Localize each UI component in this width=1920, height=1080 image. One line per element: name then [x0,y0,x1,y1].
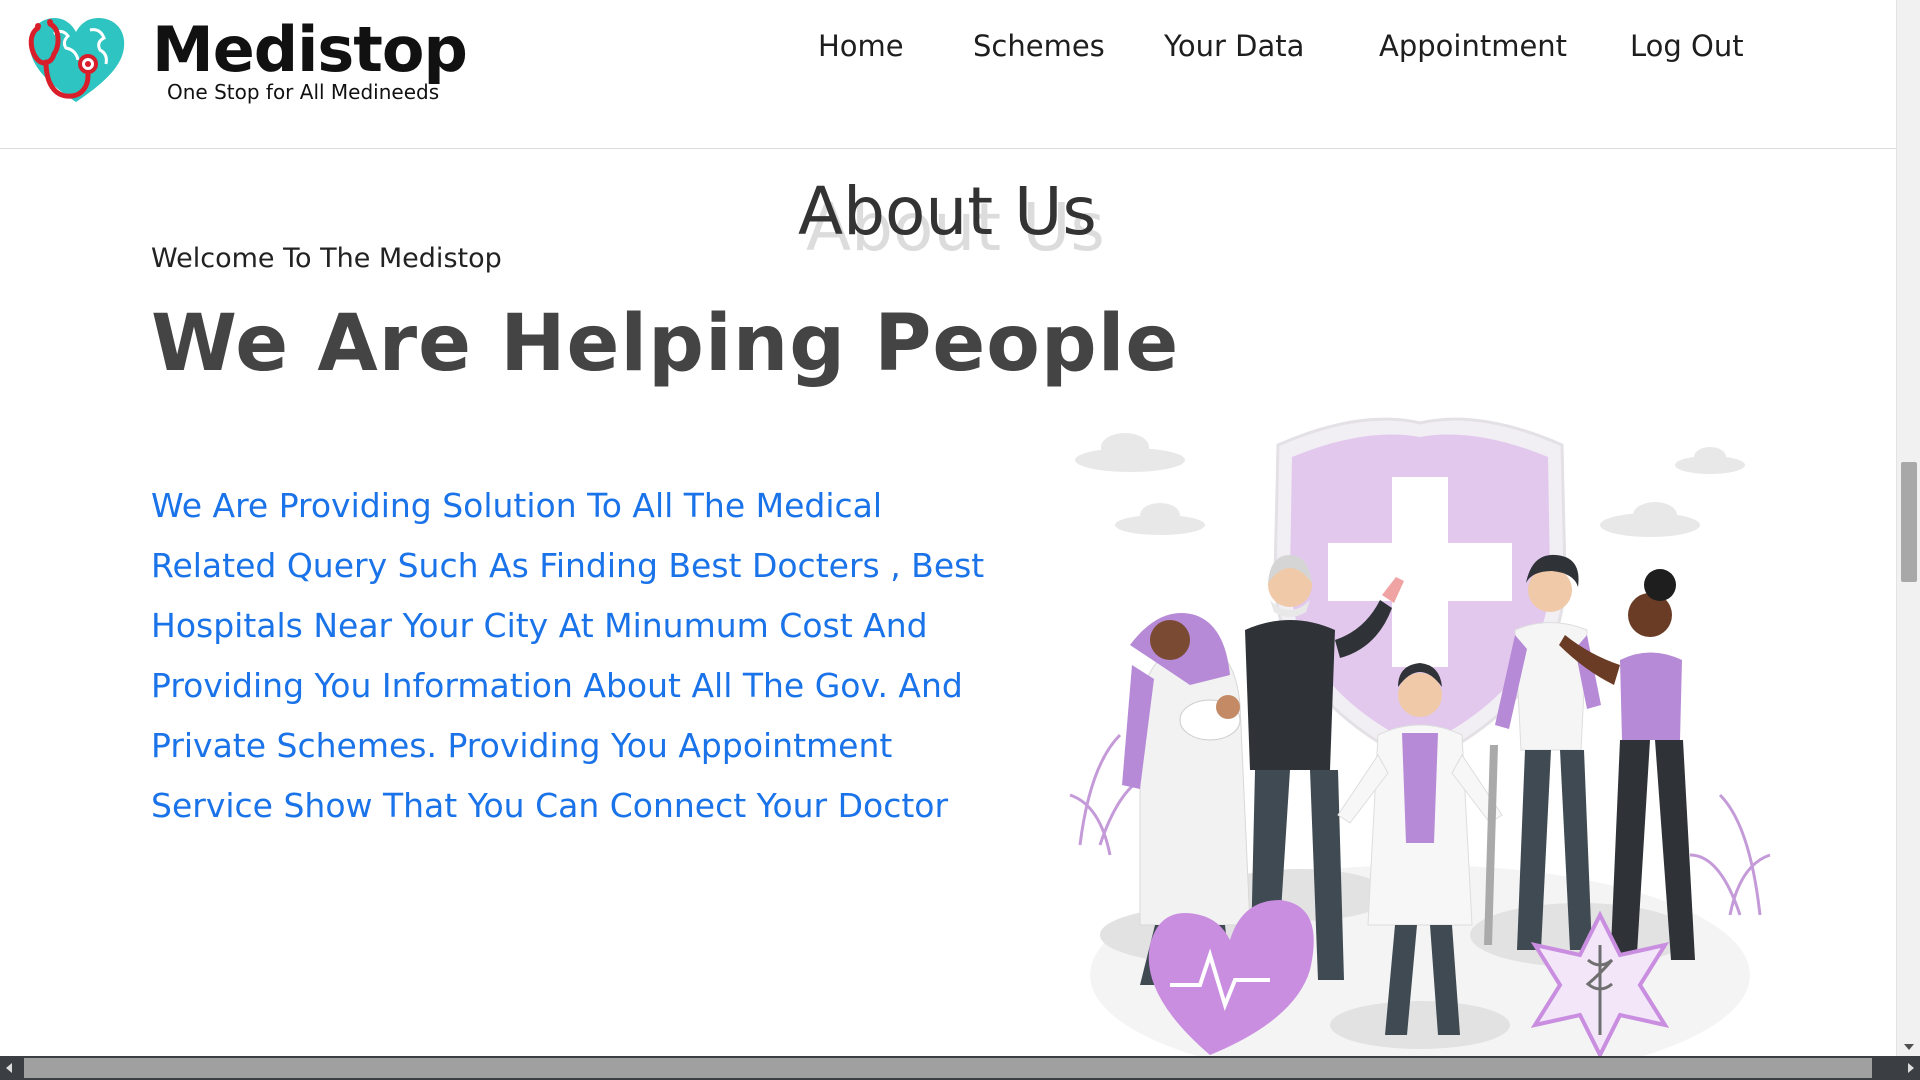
nav-log-out[interactable]: Log Out [1630,24,1744,68]
scroll-right-arrow-icon[interactable] [1908,1063,1914,1073]
description-line: We Are Providing Solution To All The Med… [151,486,883,525]
nav-home[interactable]: Home [818,24,904,68]
description-line: Hospitals Near Your City At Minumum Cost… [151,606,928,645]
welcome-subtitle: Welcome To The Medistop [151,243,502,274]
nav-your-data[interactable]: Your Data [1164,24,1304,68]
nav-appointment[interactable]: Appointment [1379,24,1567,68]
vertical-scrollbar-thumb[interactable] [1901,462,1917,582]
description-line: Providing You Information About All The … [151,666,963,705]
description-line: Private Schemes. Providing You Appointme… [151,726,893,765]
about-description: We Are Providing Solution To All The Med… [151,476,1021,836]
horizontal-scrollbar-thumb[interactable] [24,1058,1872,1078]
section-title: About Us [798,173,1097,250]
site-header: Medistop One Stop for All Medineeds Home… [0,0,1896,149]
healthcare-people-illustration [1069,417,1771,1056]
page-headline: We Are Helping People [151,299,1180,389]
nav-schemes[interactable]: Schemes [973,24,1105,68]
scroll-left-arrow-icon[interactable] [6,1063,12,1073]
description-line: Service Show That You Can Connect Your D… [151,786,949,825]
scroll-down-arrow-icon[interactable] [1904,1044,1914,1050]
brand-tagline: One Stop for All Medineeds [167,80,440,104]
horizontal-scrollbar[interactable] [0,1056,1920,1080]
description-line: Related Query Such As Finding Best Docte… [151,546,985,585]
vertical-scrollbar[interactable] [1896,0,1920,1056]
main-nav: Home Schemes Your Data Appointment Log O… [0,24,1896,68]
